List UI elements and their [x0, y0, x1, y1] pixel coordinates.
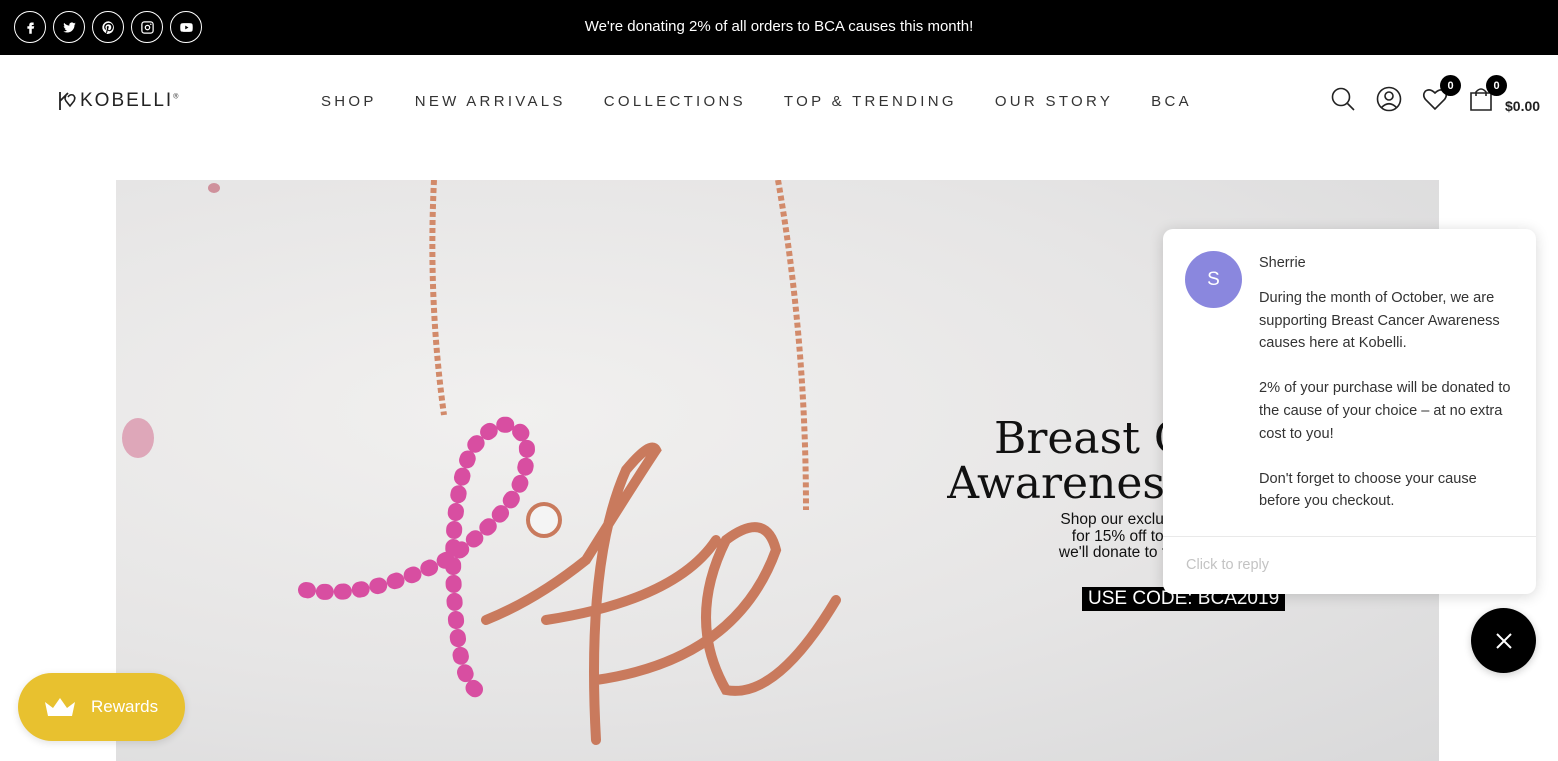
- account-button[interactable]: [1375, 85, 1403, 118]
- chat-message: During the month of October, we are supp…: [1259, 290, 1511, 510]
- chat-sender-name: Sherrie: [1259, 255, 1306, 271]
- main-nav: SHOP NEW ARRIVALS COLLECTIONS TOP & TREN…: [321, 93, 1230, 110]
- logo-text: KOBELLI®: [80, 90, 181, 111]
- rewards-button[interactable]: Rewards: [18, 673, 185, 741]
- chat-divider: [1163, 536, 1536, 537]
- chat-popup[interactable]: S Sherrie During the month of October, w…: [1163, 229, 1536, 594]
- nav-new-arrivals[interactable]: NEW ARRIVALS: [415, 93, 566, 110]
- hero-title: Breast C Awareness: [947, 413, 1188, 510]
- site-logo[interactable]: KOBELLI®: [58, 90, 180, 112]
- product-script-text: life: [524, 675, 526, 677]
- announcement-text: We're donating 2% of all orders to BCA c…: [584, 18, 974, 35]
- site-header: KOBELLI® SHOP NEW ARRIVALS COLLECTIONS T…: [0, 55, 1558, 147]
- nav-top-trending[interactable]: TOP & TRENDING: [784, 93, 957, 110]
- crown-icon: [45, 698, 75, 716]
- cart-total[interactable]: $0.00: [1505, 98, 1540, 114]
- cart-count-badge: 0: [1486, 75, 1507, 96]
- close-icon: [1495, 632, 1512, 649]
- heart-logo-icon: [59, 92, 76, 110]
- user-icon: [1376, 86, 1402, 112]
- header-tools: 0 0 $0.00: [1329, 75, 1540, 118]
- nav-our-story[interactable]: OUR STORY: [995, 93, 1113, 110]
- chat-reply-input[interactable]: Click to reply: [1186, 557, 1269, 573]
- search-button[interactable]: [1329, 85, 1357, 118]
- close-chat-button[interactable]: [1471, 608, 1536, 673]
- search-icon: [1331, 87, 1355, 111]
- nav-bca[interactable]: BCA: [1151, 93, 1192, 110]
- rewards-label: Rewards: [91, 697, 159, 716]
- cart-button[interactable]: 0: [1467, 75, 1507, 118]
- wishlist-button[interactable]: 0: [1421, 75, 1461, 118]
- avatar: S: [1185, 251, 1242, 308]
- nav-shop[interactable]: SHOP: [321, 93, 377, 110]
- announcement-bar: We're donating 2% of all orders to BCA c…: [0, 0, 1558, 55]
- nav-collections[interactable]: COLLECTIONS: [604, 93, 746, 110]
- wishlist-count-badge: 0: [1440, 75, 1461, 96]
